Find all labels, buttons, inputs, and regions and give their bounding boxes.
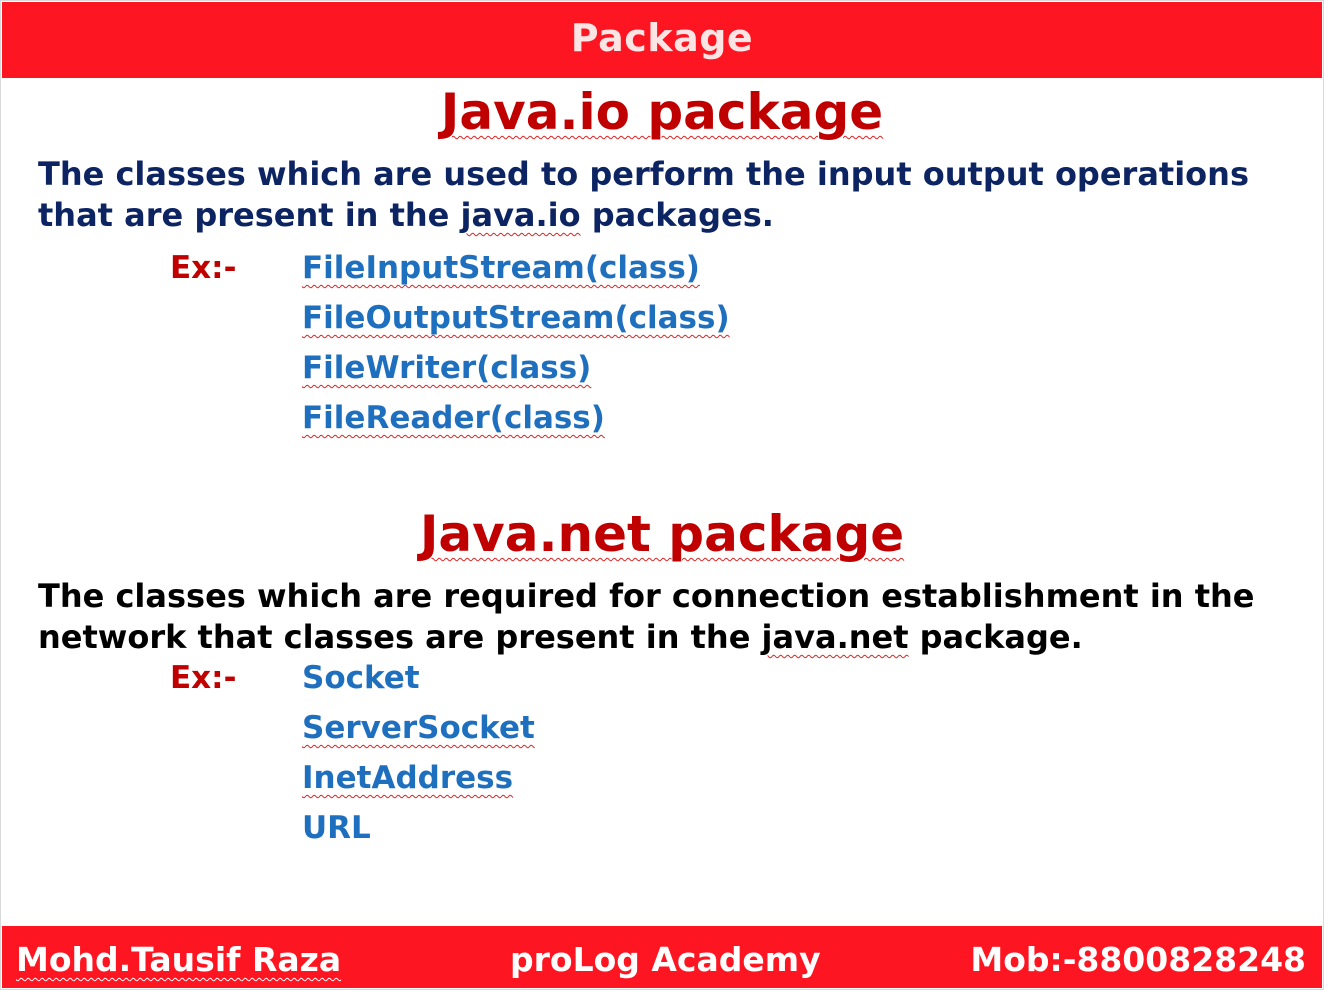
- section-heading-java-net-text: Java.net package: [419, 505, 905, 563]
- example-class-name: FileReader(class): [302, 400, 605, 436]
- description-text-end: packages.: [580, 196, 774, 234]
- footer-author-text: Mohd.Tausif Raza: [16, 940, 342, 979]
- footer-mobile: Mob:-8800828248: [970, 940, 1306, 979]
- list-item: FileInputStream(class): [302, 248, 730, 298]
- section-description-java-net: The classes which are required for conne…: [38, 576, 1308, 658]
- list-item: FileWriter(class): [302, 348, 730, 398]
- example-class-name: FileOutputStream(class): [302, 300, 730, 336]
- example-list-java-net: Socket ServerSocket InetAddress URL: [302, 658, 535, 858]
- example-class-name: ServerSocket: [302, 710, 535, 746]
- list-item: FileOutputStream(class): [302, 298, 730, 348]
- section-heading-java-io-text: Java.io package: [440, 83, 884, 141]
- list-item: FileReader(class): [302, 398, 730, 448]
- list-item: URL: [302, 808, 535, 858]
- list-item: InetAddress: [302, 758, 535, 808]
- example-list-java-io: FileInputStream(class) FileOutputStream(…: [302, 248, 730, 448]
- footer-author: Mohd.Tausif Raza: [16, 940, 341, 980]
- section-heading-java-net: Java.net package: [0, 506, 1324, 562]
- slide-title: Package: [570, 16, 754, 60]
- description-text-end: package.: [908, 618, 1083, 656]
- example-class-name: InetAddress: [302, 760, 514, 796]
- footer-bar: Mohd.Tausif Raza proLog Academy Mob:-880…: [2, 926, 1322, 988]
- slide-frame: [0, 0, 1324, 990]
- example-label-java-io: Ex:-: [170, 250, 237, 286]
- example-class-name: FileWriter(class): [302, 350, 592, 386]
- footer-academy: proLog Academy: [510, 940, 821, 979]
- package-name-java-io: java.io: [460, 196, 581, 234]
- example-class-name: URL: [302, 810, 371, 846]
- list-item: ServerSocket: [302, 708, 535, 758]
- title-bar: Package: [2, 2, 1322, 78]
- section-description-java-io: The classes which are used to perform th…: [38, 154, 1308, 236]
- example-class-name: FileInputStream(class): [302, 250, 700, 286]
- package-name-java-net: java.net: [761, 618, 909, 656]
- example-label-java-net: Ex:-: [170, 660, 237, 696]
- section-heading-java-io: Java.io package: [0, 84, 1324, 140]
- example-class-name: Socket: [302, 660, 420, 696]
- list-item: Socket: [302, 658, 535, 708]
